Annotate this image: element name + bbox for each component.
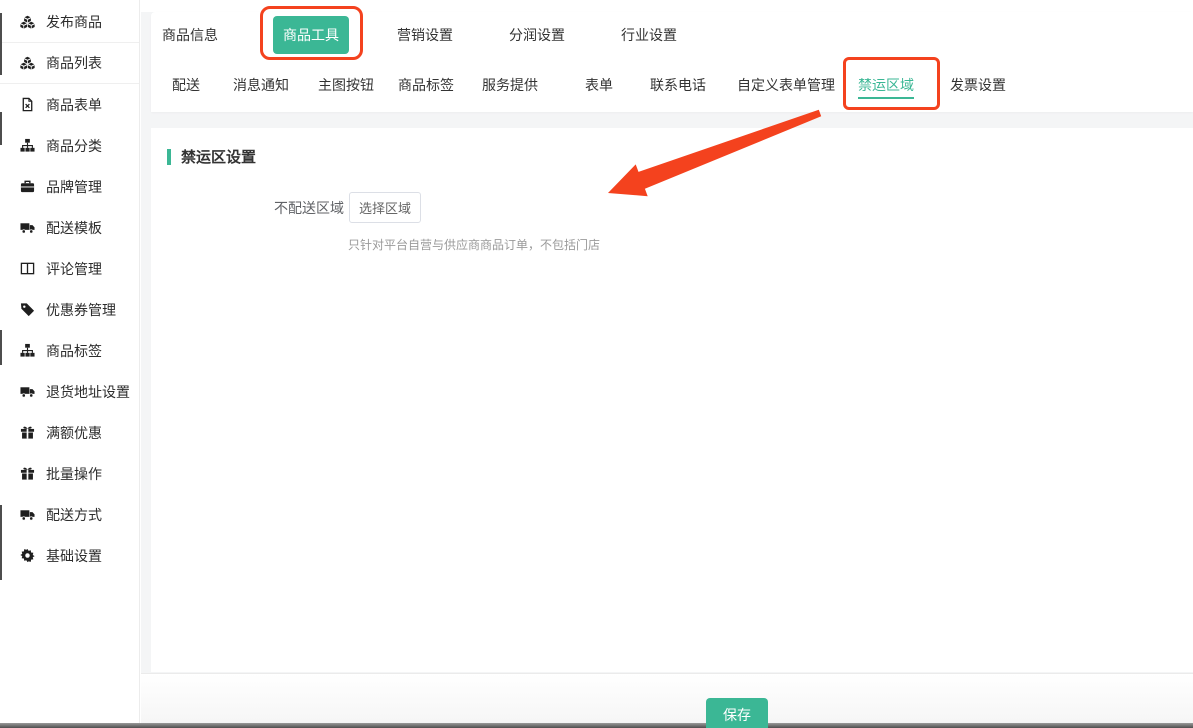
- window-edge: [0, 505, 2, 580]
- truck-icon: [20, 384, 35, 399]
- sitemap-icon: [20, 343, 35, 358]
- top-strip: [141, 0, 1193, 12]
- section-accent-bar: [167, 149, 171, 165]
- sidebar-item[interactable]: 评论管理: [0, 248, 139, 289]
- sidebar-item[interactable]: 退货地址设置: [0, 371, 139, 412]
- sidebar-item-label: 商品表单: [46, 95, 102, 115]
- secondary-tab-label: 自定义表单管理: [737, 75, 835, 95]
- window-edge: [0, 112, 2, 145]
- sidebar-item-label: 商品分类: [46, 136, 102, 156]
- sidebar-item[interactable]: 配送模板: [0, 207, 139, 248]
- sidebar-item-label: 商品标签: [46, 341, 102, 361]
- sidebar-item-label: 品牌管理: [46, 177, 102, 197]
- sidebar-item-label: 评论管理: [46, 259, 102, 279]
- secondary-tab-label: 服务提供: [482, 75, 538, 95]
- bottom-window-edge: [0, 723, 1193, 728]
- primary-tabbar: 商品信息 商品工具 营销设置 分润设置 行业设置: [151, 12, 1193, 58]
- content-card: 禁运区设置 不配送区域 选择区域 只针对平台自营与供应商商品订单，不包括门店: [151, 128, 1193, 672]
- gift-icon: [20, 466, 35, 481]
- secondary-tab[interactable]: 消息通知: [233, 58, 289, 112]
- truck-icon: [20, 507, 35, 522]
- primary-tab-label: 分润设置: [509, 27, 565, 43]
- secondary-tab[interactable]: 主图按钮: [318, 58, 374, 112]
- secondary-tab[interactable]: 商品标签: [398, 58, 454, 112]
- sidebar-item[interactable]: 商品列表: [0, 43, 139, 84]
- primary-tab-label: 营销设置: [397, 27, 453, 43]
- sidebar-item-label: 配送模板: [46, 218, 102, 238]
- sidebar-item[interactable]: 品牌管理: [0, 166, 139, 207]
- sidebar-item[interactable]: 发布商品: [0, 2, 139, 43]
- secondary-tab-label: 发票设置: [950, 75, 1006, 95]
- sidebar-item-label: 配送方式: [46, 505, 102, 525]
- primary-tab-label: 行业设置: [621, 27, 677, 43]
- helper-text: 只针对平台自营与供应商商品订单，不包括门店: [348, 236, 1193, 253]
- secondary-tab[interactable]: 联系电话: [650, 58, 706, 112]
- sidebar-item-label: 商品列表: [46, 53, 102, 73]
- section-header: 禁运区设置: [151, 128, 1193, 167]
- secondary-tab-label: 商品标签: [398, 75, 454, 95]
- secondary-tab[interactable]: 表单: [585, 58, 613, 112]
- file-excel-icon: [20, 97, 35, 112]
- secondary-tab-label: 联系电话: [650, 75, 706, 95]
- secondary-tab-label: 消息通知: [233, 75, 289, 95]
- gear-icon: [20, 548, 35, 563]
- primary-tab-label: 商品工具: [283, 27, 339, 43]
- sidebar-item[interactable]: 商品分类: [0, 125, 139, 166]
- sidebar-item-label: 批量操作: [46, 464, 102, 484]
- secondary-tab[interactable]: 配送: [172, 58, 200, 112]
- sidebar-item[interactable]: 基础设置: [0, 535, 139, 576]
- secondary-tab[interactable]: 自定义表单管理: [737, 58, 835, 112]
- columns-icon: [20, 261, 35, 276]
- secondary-tabbar: 配送 消息通知 主图按钮 商品标签 服务提供: [151, 58, 1193, 112]
- primary-tab[interactable]: 商品信息: [162, 25, 218, 45]
- secondary-tab[interactable]: 发票设置: [950, 58, 1006, 112]
- sitemap-icon: [20, 138, 35, 153]
- secondary-tab-label: 表单: [585, 75, 613, 95]
- admin-page: 发布商品 商品列表 商品表单 商品分类: [0, 0, 1193, 728]
- sidebar-item-label: 满额优惠: [46, 423, 102, 443]
- secondary-tab-label: 配送: [172, 75, 200, 95]
- primary-tab[interactable]: 商品工具: [273, 16, 349, 54]
- no-delivery-region-label: 不配送区域: [274, 198, 344, 218]
- sidebar-item[interactable]: 优惠券管理: [0, 289, 139, 330]
- window-edge: [0, 13, 2, 75]
- no-delivery-region-row: 不配送区域 选择区域: [274, 192, 1193, 223]
- sidebar-item[interactable]: 满额优惠: [0, 412, 139, 453]
- sidebar-item[interactable]: 批量操作: [0, 453, 139, 494]
- truck-icon: [20, 220, 35, 235]
- sidebar-item-label: 优惠券管理: [46, 300, 116, 320]
- main-area: 商品信息 商品工具 营销设置 分润设置 行业设置: [141, 0, 1193, 728]
- sidebar-item[interactable]: 配送方式: [0, 494, 139, 535]
- section-title: 禁运区设置: [181, 146, 256, 167]
- sidebar-item-label: 发布商品: [46, 12, 102, 32]
- secondary-tab[interactable]: 禁运区域: [858, 58, 914, 112]
- tabs-card: 商品信息 商品工具 营销设置 分润设置 行业设置: [151, 12, 1193, 112]
- window-edge: [0, 330, 2, 365]
- gift-icon: [20, 425, 35, 440]
- sidebar-item[interactable]: 商品标签: [0, 330, 139, 371]
- sidebar-menu: 发布商品 商品列表 商品表单 商品分类: [0, 2, 139, 576]
- secondary-tab[interactable]: 服务提供: [482, 58, 538, 112]
- save-button[interactable]: 保存: [706, 698, 768, 728]
- secondary-tab-label: 禁运区域: [858, 75, 914, 95]
- sidebar: 发布商品 商品列表 商品表单 商品分类: [0, 0, 140, 723]
- sidebar-item-label: 基础设置: [46, 546, 102, 566]
- primary-tab[interactable]: 营销设置: [397, 25, 453, 45]
- primary-tab[interactable]: 行业设置: [621, 25, 677, 45]
- briefcase-icon: [20, 179, 35, 194]
- select-region-button[interactable]: 选择区域: [349, 192, 421, 223]
- cubes-icon: [20, 15, 35, 30]
- footer-bar: [141, 673, 1193, 722]
- tag-icon: [20, 302, 35, 317]
- sidebar-item-label: 退货地址设置: [46, 382, 130, 402]
- primary-tab-label: 商品信息: [162, 27, 218, 43]
- primary-tab[interactable]: 分润设置: [509, 25, 565, 45]
- cubes-icon: [20, 56, 35, 71]
- secondary-tab-label: 主图按钮: [318, 75, 374, 95]
- sidebar-item[interactable]: 商品表单: [0, 84, 139, 125]
